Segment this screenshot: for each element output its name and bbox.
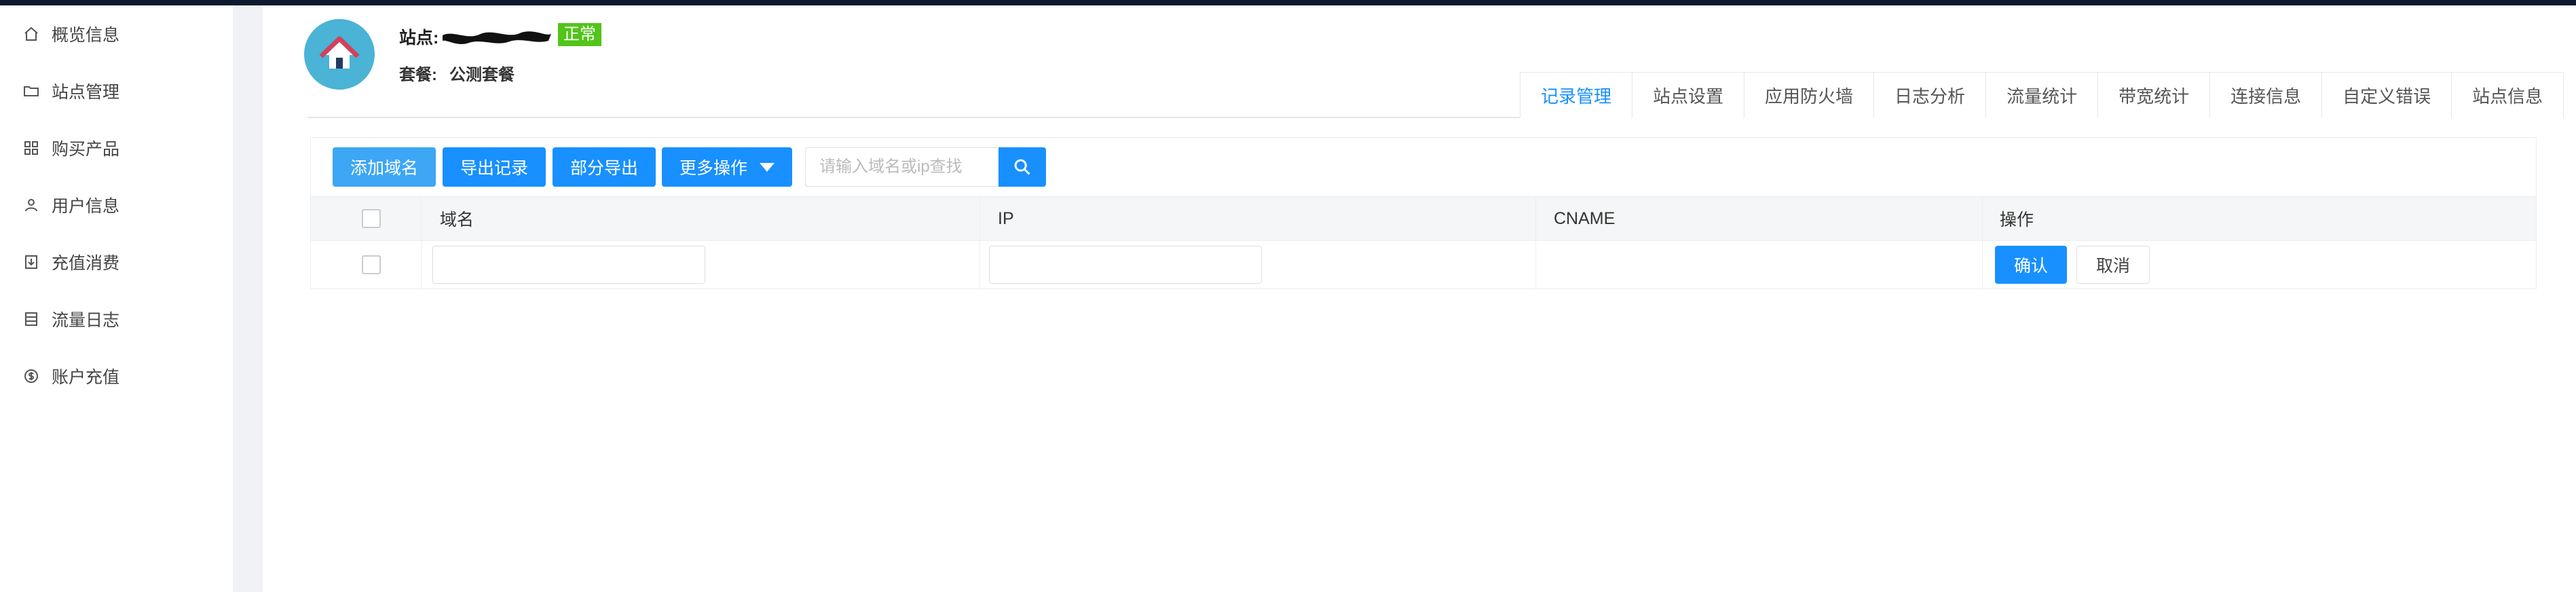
grid-icon [24, 141, 38, 155]
column-divider [421, 241, 422, 289]
sidebar-item-consumption[interactable]: 充值消费 [23, 248, 119, 276]
user-icon [25, 199, 37, 212]
sidebar-item-sites[interactable]: 站点管理 [23, 77, 119, 105]
tab-site-settings[interactable]: 站点设置 [1632, 72, 1745, 118]
search-button[interactable] [998, 147, 1046, 187]
sidebar-item-traffic-log[interactable]: 流量日志 [23, 306, 119, 333]
header-divider [307, 117, 1520, 118]
sidebar-item-label: 流量日志 [52, 311, 120, 330]
row-checkbox[interactable] [362, 255, 381, 274]
domain-cell [432, 241, 705, 289]
sidebar-item-label: 概览信息 [52, 26, 120, 45]
column-header-actions: 操作 [2000, 210, 2034, 229]
redacted-site-name [443, 31, 551, 44]
sidebar-item-user-info[interactable]: 用户信息 [23, 191, 119, 219]
site-logo [304, 19, 375, 90]
column-divider [1535, 241, 1536, 289]
more-actions-dropdown[interactable]: 更多操作 [662, 147, 793, 187]
sidebar-item-products[interactable]: 购买产品 [23, 134, 119, 162]
partial-export-button[interactable]: 部分导出 [553, 147, 656, 187]
add-domain-button[interactable]: 添加域名 [333, 147, 436, 187]
sidebar-item-label: 站点管理 [52, 83, 120, 102]
sidebar-item-label: 购买产品 [52, 140, 120, 159]
column-divider [979, 241, 980, 289]
folder-icon [24, 86, 39, 96]
ip-input[interactable] [989, 246, 1262, 284]
top-bar [0, 0, 2576, 5]
site-label: 站点: [399, 29, 439, 48]
header-checkbox-cell [362, 197, 381, 240]
column-header-domain: 域名 [440, 210, 474, 229]
column-header-cname: CNAME [1554, 208, 1616, 228]
sidebar-item-label: 充值消费 [52, 254, 120, 273]
column-divider [421, 197, 422, 240]
column-divider [1535, 197, 1536, 240]
column-divider [1982, 197, 1983, 240]
column-header-ip: IP [998, 208, 1014, 228]
tab-record-management[interactable]: 记录管理 [1520, 72, 1633, 118]
sidebar-item-overview[interactable]: 概览信息 [23, 20, 119, 48]
document-icon [25, 312, 37, 326]
house-icon [319, 36, 360, 69]
search-input[interactable] [805, 147, 999, 187]
tab-custom-errors[interactable]: 自定义错误 [2321, 72, 2452, 118]
table-header: 域名 IP CNAME 操作 [311, 196, 2536, 241]
tab-site-info[interactable]: 站点信息 [2451, 72, 2564, 118]
tab-waf[interactable]: 应用防火墙 [1744, 72, 1875, 118]
column-divider [979, 197, 980, 240]
domain-input[interactable] [432, 246, 705, 284]
row-checkbox-cell [362, 241, 381, 289]
download-box-icon [25, 255, 37, 269]
sidebar-item-label: 用户信息 [52, 197, 120, 216]
tab-traffic-stats[interactable]: 流量统计 [1985, 72, 2099, 118]
tab-bandwidth-stats[interactable]: 带宽统计 [2097, 72, 2211, 118]
column-divider [1982, 241, 1983, 289]
tab-bar: 记录管理 站点设置 应用防火墙 日志分析 流量统计 带宽统计 连接信息 自定义错… [1520, 72, 2564, 118]
sidebar-item-recharge[interactable]: 账户充值 [23, 363, 119, 390]
tab-log-analysis[interactable]: 日志分析 [1873, 72, 1987, 118]
plan-value: 公测套餐 [449, 66, 515, 84]
confirm-button[interactable]: 确认 [1995, 246, 2068, 284]
export-records-button[interactable]: 导出记录 [443, 147, 546, 187]
select-all-checkbox[interactable] [362, 209, 381, 228]
cancel-button[interactable]: 取消 [2076, 246, 2150, 284]
home-icon [24, 26, 38, 41]
caret-down-icon [760, 162, 775, 172]
sidebar-item-label: 账户充值 [52, 368, 120, 387]
records-panel: 添加域名 导出记录 部分导出 更多操作 域名 IP CNAME 操作 [310, 137, 2537, 289]
tab-connection-info[interactable]: 连接信息 [2209, 72, 2323, 118]
table-row: 确认 取消 [311, 241, 2536, 289]
more-actions-label: 更多操作 [679, 159, 748, 178]
plan-label: 套餐: [399, 66, 437, 84]
sidebar-gutter [233, 5, 263, 592]
status-badge: 正常 [558, 23, 601, 46]
dollar-circle-icon [24, 369, 38, 383]
search-icon [1014, 159, 1030, 175]
sidebar: 概览信息 站点管理 购买产品 用户信息 充值消费 流量日志 账户充值 [0, 5, 233, 592]
ip-cell [989, 241, 1262, 289]
actions-cell: 确认 取消 [1995, 241, 2150, 289]
